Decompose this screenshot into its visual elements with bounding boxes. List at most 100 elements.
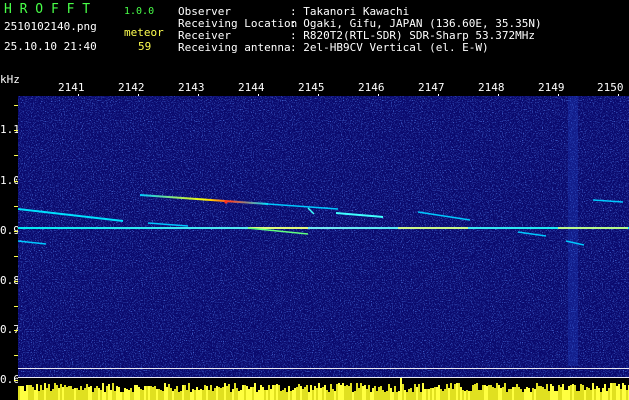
histogram-bar — [534, 389, 536, 400]
histogram-bar — [252, 387, 254, 400]
histogram-bar — [116, 386, 118, 400]
histogram-bar — [576, 391, 578, 400]
histogram-bar — [258, 390, 260, 400]
histogram-bar — [178, 392, 180, 400]
histogram-bar — [70, 386, 72, 400]
histogram-bar — [508, 389, 510, 400]
histogram-bar — [186, 390, 188, 400]
histogram-bar — [176, 386, 178, 400]
histogram-bar — [472, 385, 474, 400]
histogram-bar — [322, 387, 324, 400]
histogram-bar — [246, 386, 248, 400]
histogram-bar — [312, 390, 314, 400]
histogram-bar — [194, 390, 196, 400]
histogram-bar — [78, 390, 80, 400]
histogram-bar — [276, 384, 278, 400]
histogram-bar — [146, 386, 148, 400]
histogram-bar — [82, 390, 84, 400]
histogram-bar — [202, 390, 204, 400]
histogram-bar — [382, 390, 384, 400]
histogram-bar — [158, 389, 160, 400]
histogram-bar — [234, 383, 236, 400]
histogram-bar — [216, 386, 218, 400]
histogram-bar — [368, 385, 370, 400]
histogram-bar — [510, 389, 512, 400]
histogram-bar — [250, 387, 252, 400]
histogram-bar — [204, 385, 206, 400]
histogram-bar — [370, 392, 372, 400]
histogram-bar — [100, 390, 102, 400]
noise-column — [568, 96, 578, 366]
histogram-bar — [166, 387, 168, 400]
histogram-bar — [454, 384, 456, 400]
histogram-bar — [220, 388, 222, 400]
histogram-bar — [568, 386, 570, 400]
histogram-bar — [42, 390, 44, 400]
histogram-bar — [342, 383, 344, 400]
histogram-bar — [396, 392, 398, 400]
time-tick-label: 2144 — [238, 81, 265, 94]
histogram-bar — [260, 385, 262, 400]
histogram-bar — [318, 383, 320, 400]
histogram-bar — [140, 389, 142, 400]
histogram-bar — [458, 383, 460, 400]
histogram-bar — [470, 391, 472, 400]
histogram-bar — [524, 389, 526, 400]
histogram-bar — [362, 386, 364, 400]
histogram-bar — [162, 391, 164, 400]
histogram-bar — [412, 392, 414, 400]
file-name: 2510102140.png — [4, 20, 97, 33]
histogram-bar — [622, 383, 624, 400]
histogram-bar — [420, 392, 422, 400]
histogram-bar — [136, 385, 138, 400]
histogram-bar — [170, 388, 172, 400]
histogram-bar — [596, 386, 598, 400]
histogram-bar — [242, 385, 244, 400]
histogram-bar — [380, 386, 382, 400]
histogram-bar — [316, 388, 318, 400]
histogram-bar — [144, 386, 146, 400]
histogram-bar — [626, 390, 628, 400]
spectrogram — [18, 96, 629, 400]
histogram-bar — [222, 387, 224, 400]
histogram-bar — [214, 388, 216, 400]
histogram-bar — [350, 383, 352, 400]
histogram-bar — [528, 388, 530, 400]
histogram-bar — [122, 392, 124, 400]
histogram-bar — [174, 389, 176, 400]
histogram-bar — [156, 389, 158, 400]
histogram-bar — [294, 388, 296, 400]
histogram-bar — [330, 384, 332, 400]
histogram-bar — [286, 392, 288, 400]
time-tick-label: 2142 — [118, 81, 145, 94]
field-value-antenna: : 2el-HB9CV Vertical (el. E-W) — [290, 41, 489, 54]
histogram-bar — [198, 390, 200, 400]
histogram-bar — [398, 391, 400, 400]
histogram-bar — [26, 385, 28, 400]
histogram-bar — [314, 386, 316, 400]
histogram-bar — [190, 392, 192, 400]
histogram-bar — [308, 392, 310, 400]
histogram-bar — [94, 388, 96, 400]
histogram-bar — [150, 386, 152, 400]
histogram-bar — [292, 390, 294, 400]
histogram-bar — [228, 384, 230, 400]
histogram-bar — [126, 389, 128, 400]
histogram-bar — [230, 392, 232, 400]
histogram-bar — [90, 386, 92, 400]
histogram-bar — [444, 389, 446, 400]
histogram-bar — [582, 385, 584, 400]
histogram-bar — [450, 383, 452, 400]
histogram-bar — [570, 385, 572, 400]
histogram-bar — [148, 386, 150, 400]
histogram-bar — [152, 387, 154, 400]
histogram-bar — [548, 391, 550, 400]
histogram-bar — [482, 385, 484, 400]
histogram-bar — [394, 386, 396, 400]
histogram-bar — [578, 391, 580, 400]
histogram-bar — [484, 385, 486, 400]
histogram-bar — [460, 387, 462, 400]
histogram-bar — [598, 388, 600, 400]
histogram-bar — [132, 392, 134, 400]
histogram-bar — [522, 392, 524, 400]
